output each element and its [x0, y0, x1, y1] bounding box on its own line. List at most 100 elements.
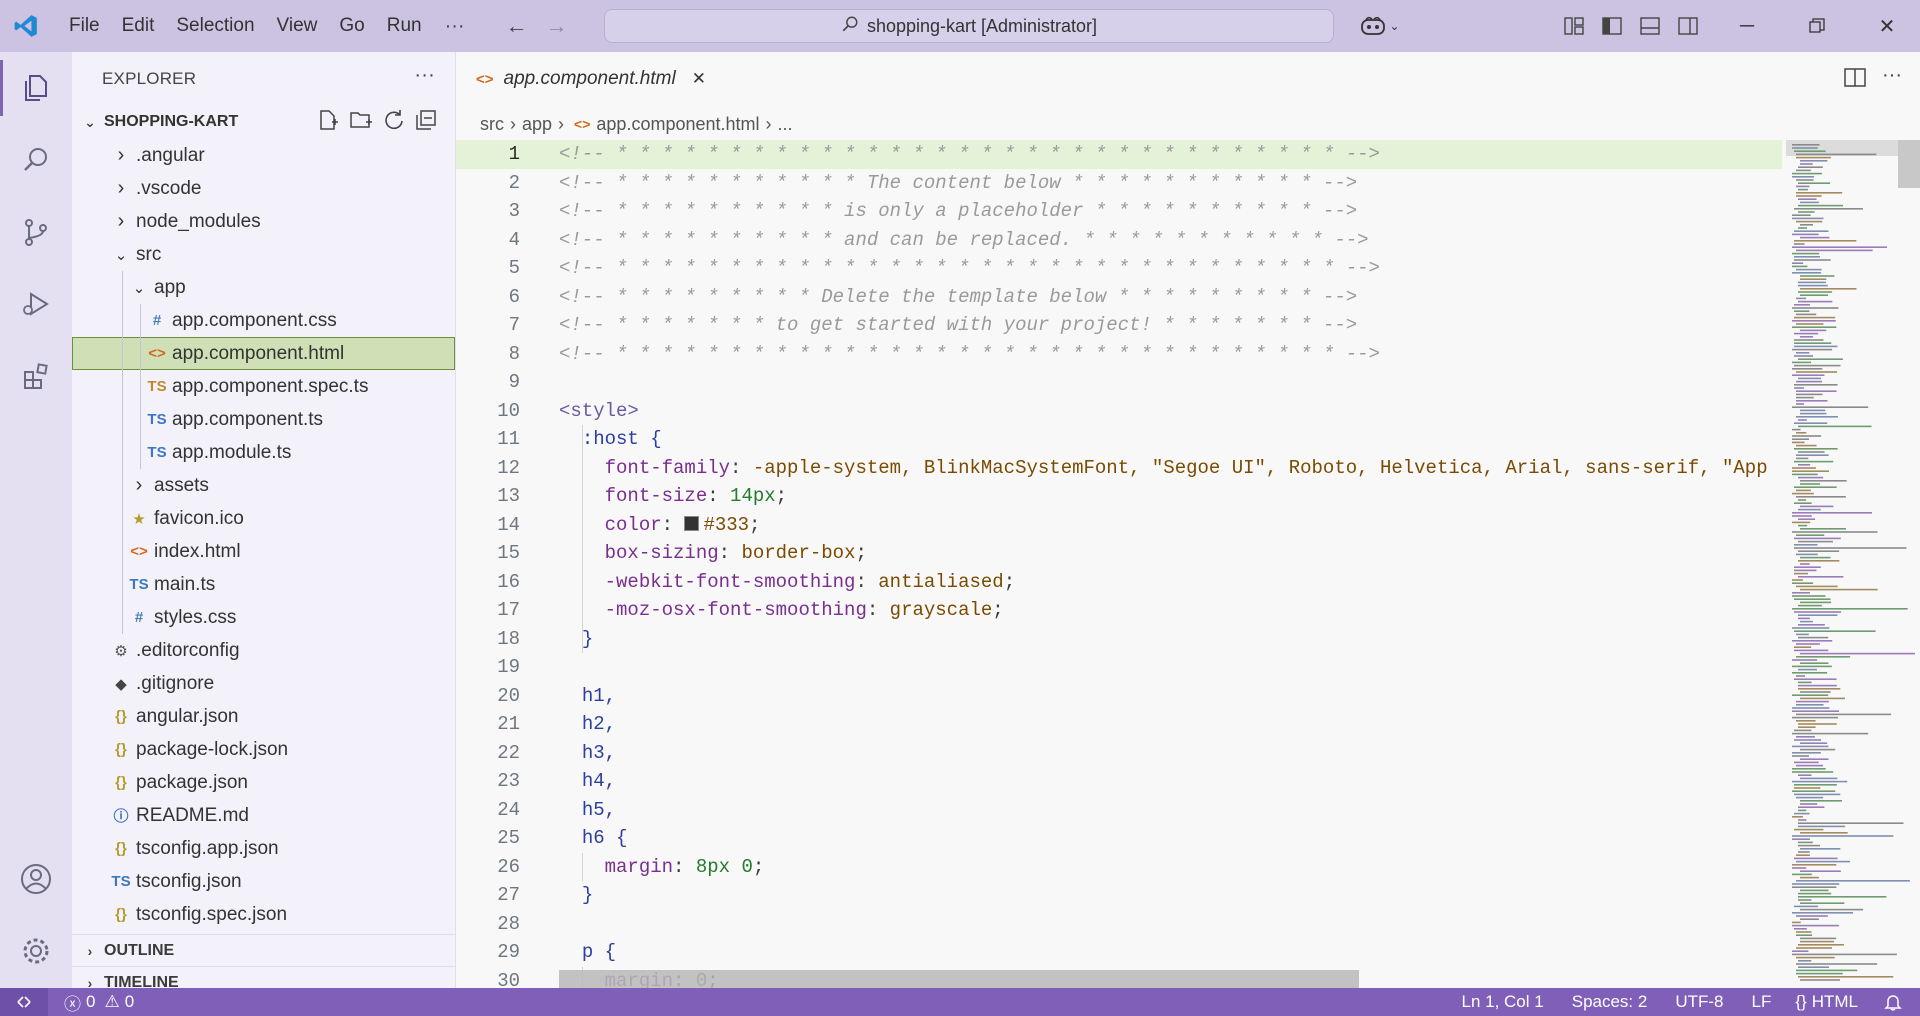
project-section-header[interactable]: ⌄ SHOPPING-KART: [72, 105, 455, 139]
tree-item-angular[interactable]: › .angular: [72, 139, 455, 172]
tree-item-package-json[interactable]: {} package.json: [72, 766, 455, 799]
breadcrumb-symbols[interactable]: ...: [778, 114, 793, 135]
code-line[interactable]: 11 :host {: [456, 425, 1782, 454]
menu-go[interactable]: Go: [328, 0, 375, 52]
end-of-line[interactable]: LF: [1742, 988, 1782, 1016]
problems-indicator[interactable]: ⓧ 0 ⚠ 0: [54, 988, 144, 1016]
toggle-panel-icon[interactable]: [1631, 0, 1669, 52]
customize-layout-icon[interactable]: [1555, 0, 1593, 52]
code-line[interactable]: 9: [456, 368, 1782, 397]
editor-more-actions-button[interactable]: ···: [1882, 64, 1902, 87]
tree-item-tsconfig-json[interactable]: TS tsconfig.json: [72, 865, 455, 898]
tree-item-index-html[interactable]: <> index.html: [72, 535, 455, 568]
code-line[interactable]: 12 font-family: -apple-system, BlinkMacS…: [456, 454, 1782, 483]
code-line[interactable]: 7 <!-- * * * * * * * to get started with …: [456, 311, 1782, 340]
menu-more-button[interactable]: ···: [433, 0, 477, 52]
code-line[interactable]: 25 h6 {: [456, 824, 1782, 853]
tree-item-readme-md[interactable]: ⓘ README.md: [72, 799, 455, 832]
menu-edit[interactable]: Edit: [111, 0, 166, 52]
code-line[interactable]: 22 h3,: [456, 739, 1782, 768]
split-editor-icon[interactable]: [1844, 67, 1866, 95]
source-control-icon[interactable]: [0, 196, 72, 268]
code-line[interactable]: 10 <style>: [456, 397, 1782, 426]
explorer-icon[interactable]: [0, 52, 72, 124]
toggle-primary-sidebar-icon[interactable]: [1593, 0, 1631, 52]
tree-item-favicon-ico[interactable]: ★ favicon.ico: [72, 502, 455, 535]
vertical-scrollbar-thumb[interactable]: [1898, 140, 1920, 188]
tree-item-app-module-ts[interactable]: TS app.module.ts: [72, 436, 455, 469]
tree-item-angular-json[interactable]: {} angular.json: [72, 700, 455, 733]
tree-item-package-lock-json[interactable]: {} package-lock.json: [72, 733, 455, 766]
code-line[interactable]: 21 h2,: [456, 710, 1782, 739]
copilot-icon[interactable]: ⌄: [1352, 0, 1408, 52]
back-arrow-icon[interactable]: ←: [497, 0, 537, 52]
forward-arrow-icon[interactable]: →: [537, 0, 577, 52]
remote-indicator-icon[interactable]: [0, 988, 48, 1016]
menu-selection[interactable]: Selection: [165, 0, 265, 52]
command-center-search[interactable]: shopping-kart [Administrator]: [604, 9, 1334, 43]
outline-section-header[interactable]: › OUTLINE: [72, 934, 455, 967]
explorer-more-actions-button[interactable]: ···: [414, 64, 435, 87]
code-line[interactable]: 5 <!-- * * * * * * * * * * * * * * * * * …: [456, 254, 1782, 283]
code-editor[interactable]: 1 <!-- * * * * * * * * * * * * * * * * * …: [456, 140, 1782, 988]
close-icon[interactable]: ✕: [692, 69, 706, 89]
code-line[interactable]: 1 <!-- * * * * * * * * * * * * * * * * * …: [456, 140, 1782, 169]
code-line[interactable]: 29 p {: [456, 938, 1782, 967]
refresh-icon[interactable]: [383, 109, 405, 136]
code-line[interactable]: 3 <!-- * * * * * * * * * * is only a plac…: [456, 197, 1782, 226]
tree-item-app-component-spec-ts[interactable]: TS app.component.spec.ts: [72, 370, 455, 403]
code-line[interactable]: 13 font-size: 14px;: [456, 482, 1782, 511]
code-line[interactable]: 4 <!-- * * * * * * * * * * and can be rep…: [456, 226, 1782, 255]
tab-app-component-html[interactable]: <> app.component.html ✕: [456, 52, 720, 106]
code-line[interactable]: 20 h1,: [456, 682, 1782, 711]
new-file-icon[interactable]: [317, 109, 339, 136]
tree-item-tsconfig-spec-json[interactable]: {} tsconfig.spec.json: [72, 898, 455, 931]
code-line[interactable]: 17 -moz-osx-font-smoothing: grayscale;: [456, 596, 1782, 625]
code-line[interactable]: 27 }: [456, 881, 1782, 910]
code-line[interactable]: 26 margin: 8px 0;: [456, 853, 1782, 882]
code-line[interactable]: 23 h4,: [456, 767, 1782, 796]
minimize-button[interactable]: ─: [1712, 0, 1782, 52]
timeline-section-header[interactable]: › TIMELINE: [72, 966, 455, 988]
code-line[interactable]: 24 h5,: [456, 796, 1782, 825]
tree-item-src[interactable]: ⌄ src: [72, 238, 455, 271]
extensions-icon[interactable]: [0, 340, 72, 412]
cursor-position[interactable]: Ln 1, Col 1: [1452, 988, 1554, 1016]
tree-item-assets[interactable]: › assets: [72, 469, 455, 502]
tree-item-styles-css[interactable]: # styles.css: [72, 601, 455, 634]
encoding[interactable]: UTF-8: [1665, 988, 1733, 1016]
code-line[interactable]: 15 box-sizing: border-box;: [456, 539, 1782, 568]
code-line[interactable]: 18 }: [456, 625, 1782, 654]
manage-gear-icon[interactable]: [0, 915, 72, 987]
menu-run[interactable]: Run: [376, 0, 433, 52]
breadcrumb-app[interactable]: app: [522, 114, 552, 135]
menu-view[interactable]: View: [266, 0, 329, 52]
restore-button[interactable]: [1782, 0, 1852, 52]
tree-item-app[interactable]: ⌄ app: [72, 271, 455, 304]
toggle-secondary-sidebar-icon[interactable]: [1669, 0, 1707, 52]
accounts-icon[interactable]: [0, 843, 72, 915]
code-line[interactable]: 28: [456, 910, 1782, 939]
notifications-bell-icon[interactable]: [1874, 988, 1912, 1016]
code-line[interactable]: 6 <!-- * * * * * * * * * Delete the templ…: [456, 283, 1782, 312]
tree-item-app-component-css[interactable]: # app.component.css: [72, 304, 455, 337]
tree-item-vscode[interactable]: › .vscode: [72, 172, 455, 205]
tree-item-gitignore[interactable]: ◆ .gitignore: [72, 667, 455, 700]
language-mode[interactable]: {} HTML: [1785, 988, 1868, 1016]
horizontal-scrollbar[interactable]: [559, 970, 1359, 988]
code-line[interactable]: 2 <!-- * * * * * * * * * * * The content …: [456, 169, 1782, 198]
code-line[interactable]: 16 -webkit-font-smoothing: antialiased;: [456, 568, 1782, 597]
tree-item-tsconfig-app-json[interactable]: {} tsconfig.app.json: [72, 832, 455, 865]
close-window-button[interactable]: ✕: [1852, 0, 1920, 52]
breadcrumb-file[interactable]: app.component.html: [596, 114, 759, 135]
minimap[interactable]: [1786, 140, 1920, 988]
tree-item-app-component-html[interactable]: <> app.component.html: [72, 337, 455, 370]
run-debug-icon[interactable]: [0, 268, 72, 340]
new-folder-icon[interactable]: [349, 109, 373, 136]
code-line[interactable]: 14 color: #333;: [456, 511, 1782, 540]
tree-item-app-component-ts[interactable]: TS app.component.ts: [72, 403, 455, 436]
code-line[interactable]: 8 <!-- * * * * * * * * * * * * * * * * * …: [456, 340, 1782, 369]
tree-item-editorconfig[interactable]: ⚙ .editorconfig: [72, 634, 455, 667]
tree-item-node-modules[interactable]: › node_modules: [72, 205, 455, 238]
collapse-all-icon[interactable]: [415, 109, 437, 136]
